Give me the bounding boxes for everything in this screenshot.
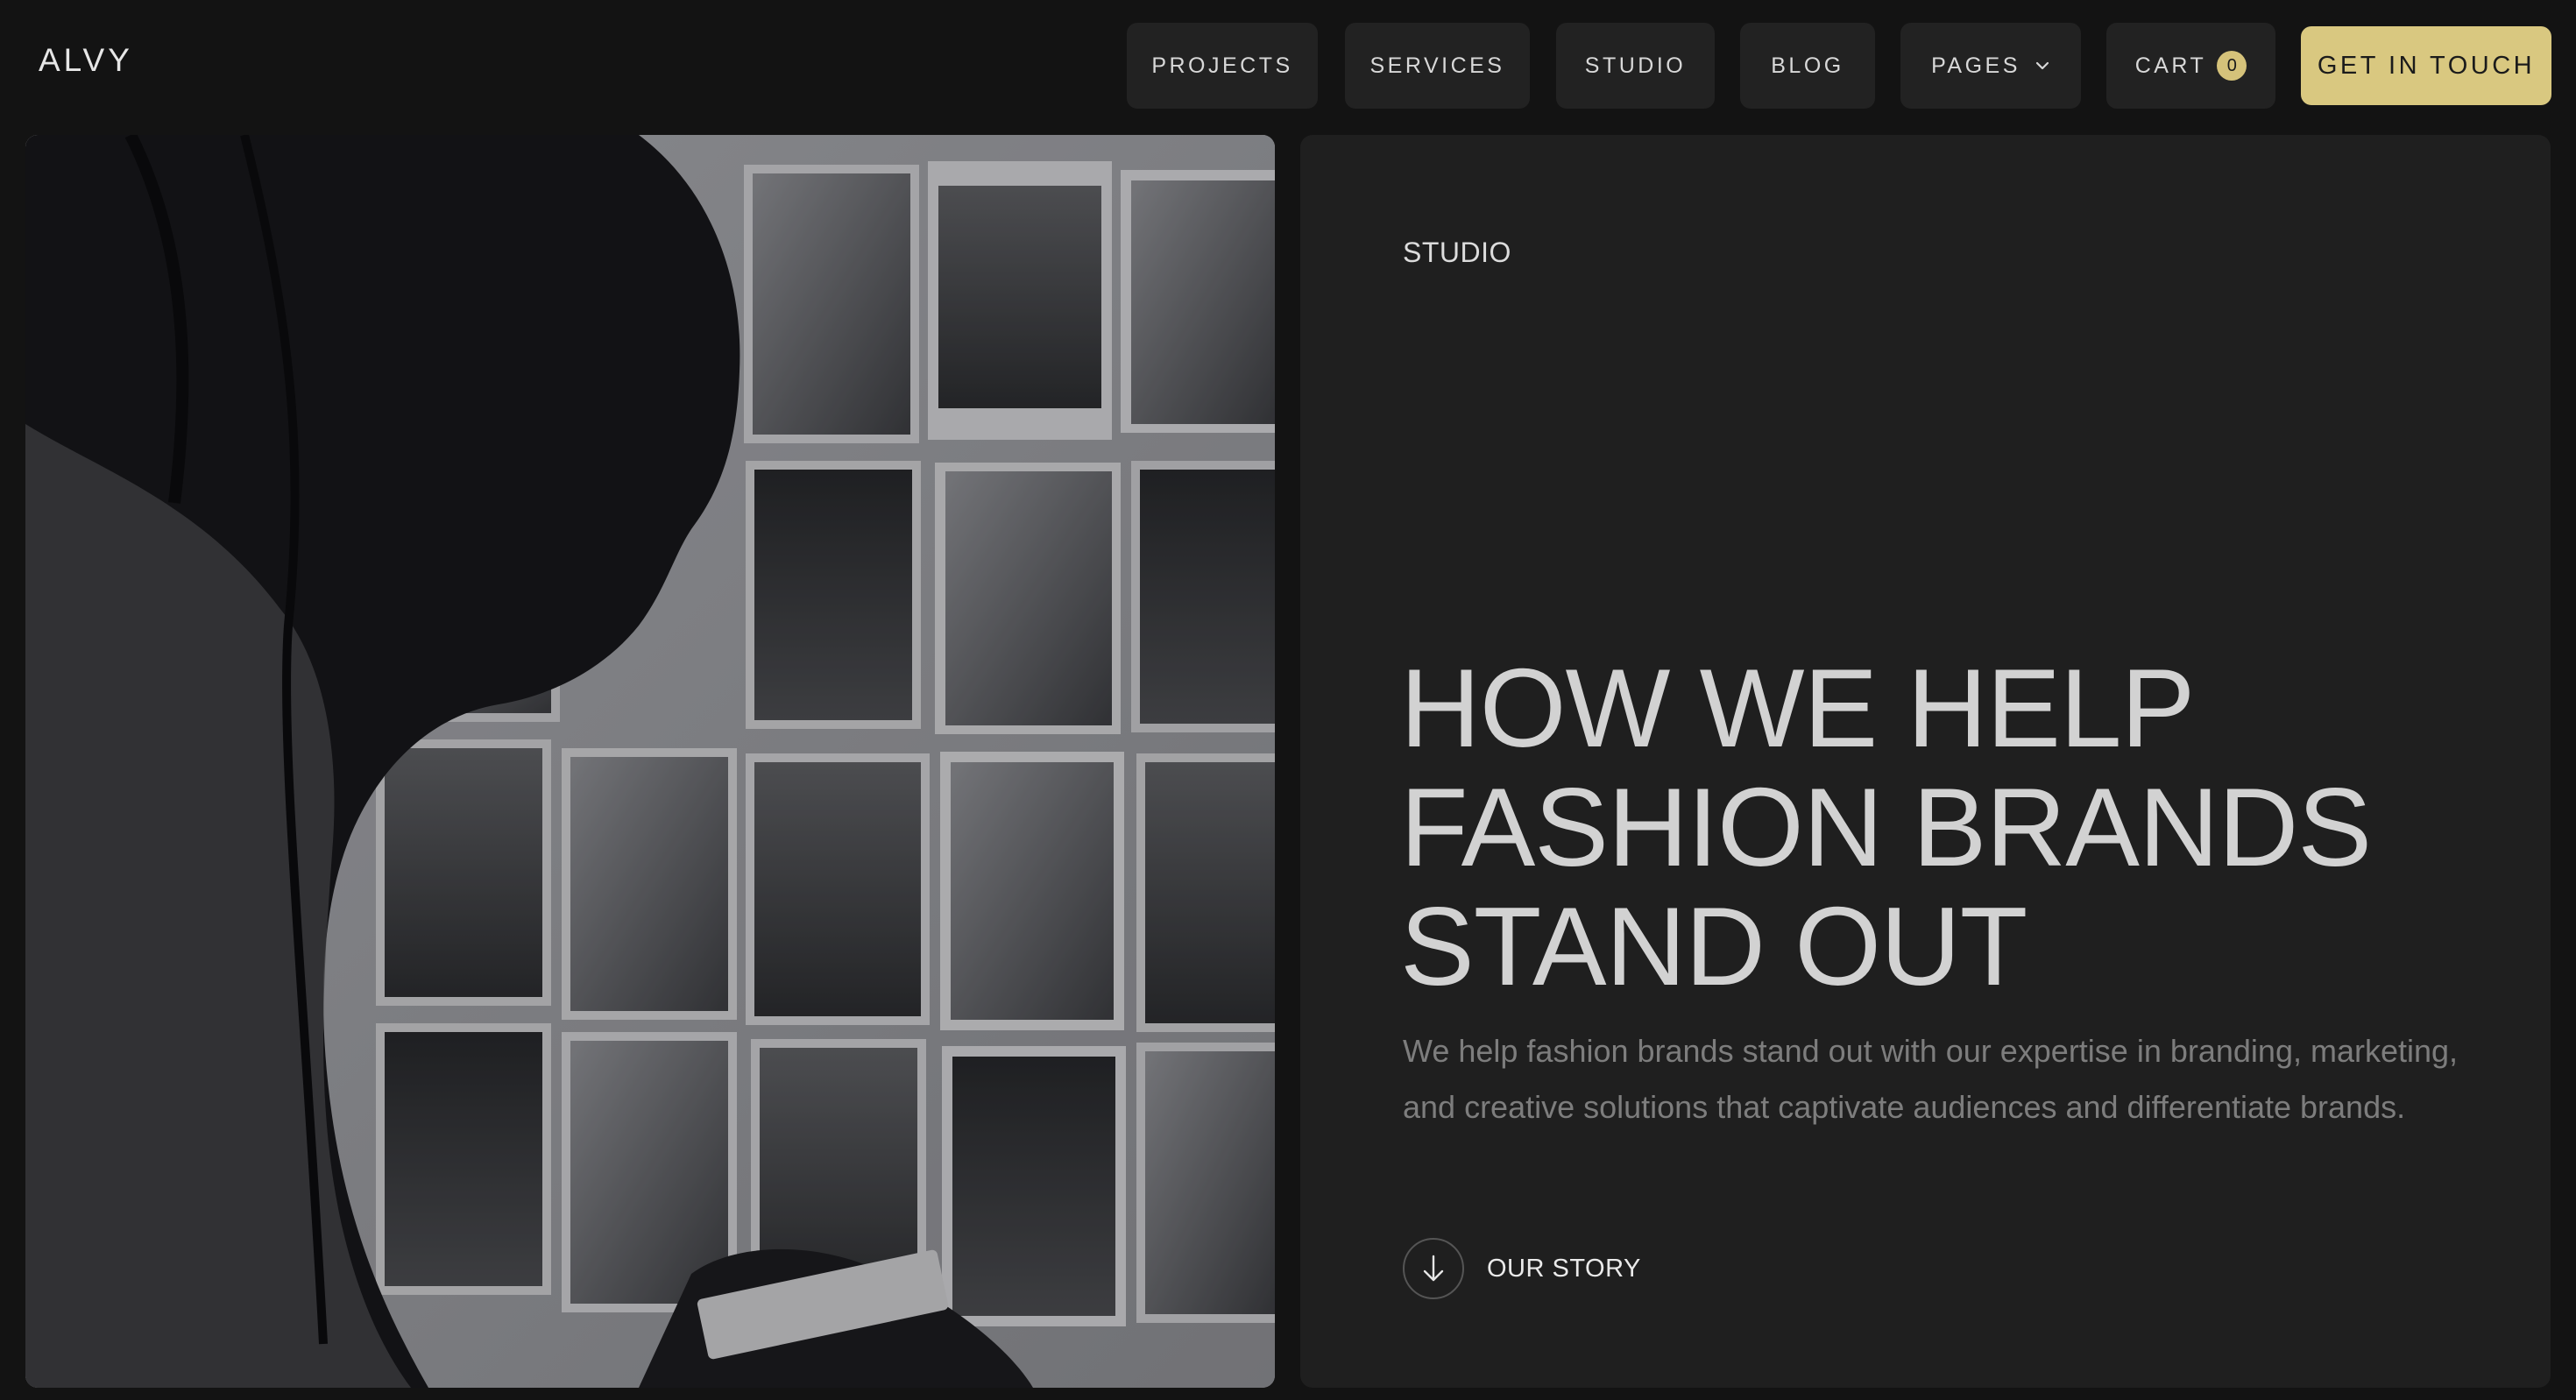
cart-count-badge: 0 [2217,51,2247,81]
headline-line-3: STAND OUT [1400,884,2028,1008]
cart-label: CART [2134,53,2207,78]
nav-projects-label: PROJECTS [1151,53,1293,78]
main-nav: PROJECTS SERVICES STUDIO BLOG PAGES CART… [0,23,2576,109]
headline-line-1: HOW WE HELP [1400,646,2195,770]
get-in-touch-label: GET IN TOUCH [2317,51,2536,80]
nav-pages-dropdown[interactable]: PAGES [1900,23,2081,109]
photo-wall-illustration [25,135,1275,1388]
our-story-link[interactable]: OUR STORY [1403,1237,1641,1300]
our-story-label: OUR STORY [1487,1254,1641,1283]
nav-services[interactable]: SERVICES [1345,23,1530,109]
section-eyebrow: STUDIO [1403,237,1511,268]
nav-blog[interactable]: BLOG [1740,23,1875,109]
hero-description: We help fashion brands stand out with ou… [1403,1033,2459,1125]
nav-studio[interactable]: STUDIO [1556,23,1715,109]
site-header: ALVY PROJECTS SERVICES STUDIO BLOG PAGES… [0,0,2576,131]
nav-studio-label: STUDIO [1584,53,1687,78]
arrow-down-icon[interactable] [1403,1238,1464,1299]
nav-projects[interactable]: PROJECTS [1127,23,1318,109]
nav-pages-label: PAGES [1931,53,2020,78]
chevron-down-icon [2035,60,2050,71]
cart-button[interactable]: CART 0 [2106,23,2275,109]
hero-image [25,135,1275,1388]
nav-blog-label: BLOG [1771,53,1844,78]
nav-services-label: SERVICES [1369,53,1505,78]
hero-text-panel: STUDIO HOW WE HELP FASHION BRANDS STAND … [1300,135,2551,1388]
hero-headline: HOW WE HELP FASHION BRANDS STAND OUT [1400,648,2452,1006]
headline-line-2: FASHION BRANDS [1400,765,2372,889]
get-in-touch-button[interactable]: GET IN TOUCH [2301,26,2551,105]
